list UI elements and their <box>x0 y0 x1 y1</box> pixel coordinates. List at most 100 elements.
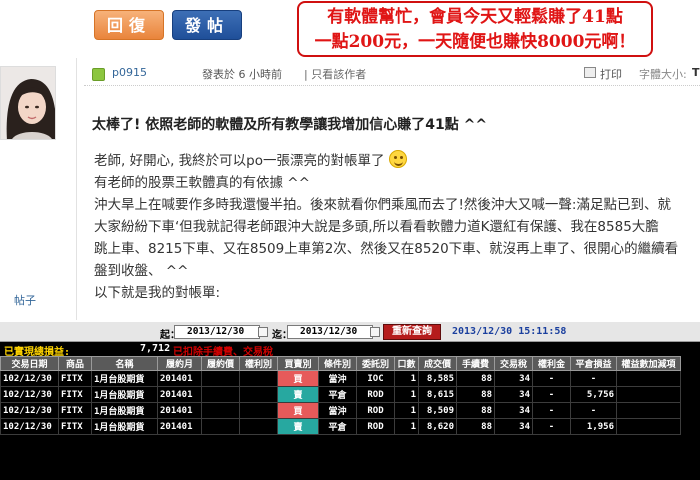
trade-date-cell: 102/12/30 <box>0 370 59 387</box>
post-line: 跳上車、8215下車、又在8509上車第2次、然後又在8520下車、就沒再上車了… <box>94 241 679 257</box>
strike-cell <box>201 386 240 403</box>
table-row[interactable]: 102/12/30 FITX 1月台股期貨 201401 賣 平倉 ROD 1 … <box>0 418 681 435</box>
post-meta-bar: p0915 發表於 6 小時前 | 只看該作者 打印 字體大小: T T <box>84 64 700 86</box>
price-cell: 8,615 <box>418 386 457 403</box>
column-header[interactable]: 委託別 <box>356 356 395 371</box>
column-header[interactable]: 權利金 <box>532 356 571 371</box>
column-header[interactable]: 商品 <box>58 356 92 371</box>
date-filter-bar: 起： 2013/12/30 迄： 2013/12/30 重新查詢 2013/12… <box>0 322 700 342</box>
trade-date-cell: 102/12/30 <box>0 402 59 419</box>
equity-adj-cell <box>616 370 681 387</box>
column-header[interactable]: 權利別 <box>239 356 278 371</box>
condition-cell: 平倉 <box>318 418 357 435</box>
side-cell: 賣 <box>277 418 319 435</box>
premium-cell: - <box>532 418 571 435</box>
condition-cell: 當沖 <box>318 402 357 419</box>
price-cell: 8,620 <box>418 418 457 435</box>
product-cell: FITX <box>58 386 92 403</box>
column-header[interactable]: 交易稅 <box>494 356 533 371</box>
column-header[interactable]: 條件別 <box>318 356 357 371</box>
order-type-cell: ROD <box>356 402 395 419</box>
table-row[interactable]: 102/12/30 FITX 1月台股期貨 201401 買 當沖 IOC 1 … <box>0 370 681 387</box>
name-cell: 1月台股期貨 <box>91 386 158 403</box>
strike-cell <box>201 418 240 435</box>
promo-banner: 有軟體幫忙，會員今天又輕鬆賺了41點 一點200元，一天隨便也賺快8000元啊！ <box>297 1 653 57</box>
post-divider <box>76 58 77 320</box>
order-type-cell: IOC <box>356 370 395 387</box>
trade-date-cell: 102/12/30 <box>0 418 59 435</box>
reply-button[interactable]: 回復 <box>94 10 164 40</box>
lots-cell: 1 <box>394 418 419 435</box>
product-cell: FITX <box>58 418 92 435</box>
sidebar-posts-link[interactable]: 帖子 <box>14 292 36 308</box>
promo-line-2: 一點200元，一天隨便也賺快8000元啊！ <box>314 32 636 52</box>
equity-adj-cell <box>616 418 681 435</box>
equity-adj-cell <box>616 402 681 419</box>
column-header[interactable]: 手續費 <box>456 356 495 371</box>
font-size-label: 字體大小: <box>639 68 687 81</box>
post-line: 以下就是我的對帳單: <box>94 285 221 301</box>
calendar-icon[interactable] <box>258 327 268 337</box>
premium-cell: - <box>532 386 571 403</box>
avatar[interactable] <box>0 66 56 140</box>
fee-cell: 88 <box>456 402 495 419</box>
contract-month-cell: 201401 <box>157 370 202 387</box>
column-header[interactable]: 履約價 <box>201 356 240 371</box>
strike-cell <box>201 370 240 387</box>
calendar-icon[interactable] <box>370 327 380 337</box>
lots-cell: 1 <box>394 370 419 387</box>
post-line: 有老師的股票王軟體真的有依據 ^^ <box>94 175 310 191</box>
column-header[interactable]: 口數 <box>394 356 419 371</box>
column-header[interactable]: 買賣別 <box>277 356 319 371</box>
post-line: 大家紛紛下車‘但我就記得老師跟沖大說是多頭,所以看看軟體力道K還紅有保護、我在8… <box>94 219 659 235</box>
side-cell: 買 <box>277 402 319 419</box>
contract-month-cell: 201401 <box>157 402 202 419</box>
right-type-cell <box>239 386 278 403</box>
column-header[interactable]: 平倉損益 <box>570 356 617 371</box>
post-title: 太棒了! 依照老師的軟體及所有教學讓我增加信心賺了41點 ^^ <box>92 117 488 133</box>
column-header[interactable]: 交易日期 <box>0 356 59 371</box>
post-author[interactable]: p0915 <box>112 66 147 79</box>
font-small-button[interactable]: T <box>692 66 700 79</box>
print-icon[interactable] <box>584 67 596 78</box>
product-cell: FITX <box>58 370 92 387</box>
pnl-cell: 1,956 <box>570 418 617 435</box>
only-author-link[interactable]: | 只看該作者 <box>304 66 366 82</box>
right-type-cell <box>239 402 278 419</box>
post-line: 盤到收盤、 ^^ <box>94 263 189 279</box>
pnl-cell: 5,756 <box>570 386 617 403</box>
condition-cell: 當沖 <box>318 370 357 387</box>
side-cell: 賣 <box>277 386 319 403</box>
column-header[interactable]: 權益數加減項 <box>616 356 681 371</box>
to-date-input[interactable]: 2013/12/30 <box>287 325 373 339</box>
pnl-cell: - <box>570 370 617 387</box>
realized-value: 7,712 <box>140 343 171 354</box>
fee-cell: 88 <box>456 418 495 435</box>
column-header[interactable]: 成交價 <box>418 356 457 371</box>
right-type-cell <box>239 370 278 387</box>
trade-statement-screenshot: 起： 2013/12/30 迄： 2013/12/30 重新查詢 2013/12… <box>0 322 700 480</box>
equity-adj-cell <box>616 386 681 403</box>
post-line: 老師, 好開心, 我終於可以po一張漂亮的對帳單了 <box>94 150 694 172</box>
requery-button[interactable]: 重新查詢 <box>383 324 441 340</box>
realized-summary: 已實現總損益: 7,712 已扣除手續費、交易稅 <box>0 343 700 358</box>
trade-date-cell: 102/12/30 <box>0 386 59 403</box>
print-link[interactable]: 打印 <box>600 66 622 82</box>
promo-line-1: 有軟體幫忙，會員今天又輕鬆賺了41點 <box>327 7 623 27</box>
contract-month-cell: 201401 <box>157 418 202 435</box>
new-post-button[interactable]: 發帖 <box>172 10 242 40</box>
contract-month-cell: 201401 <box>157 386 202 403</box>
table-row[interactable]: 102/12/30 FITX 1月台股期貨 201401 買 當沖 ROD 1 … <box>0 402 681 419</box>
column-header[interactable]: 履約月 <box>157 356 202 371</box>
lots-cell: 1 <box>394 402 419 419</box>
right-type-cell <box>239 418 278 435</box>
column-header[interactable]: 名稱 <box>91 356 158 371</box>
table-row[interactable]: 102/12/30 FITX 1月台股期貨 201401 賣 平倉 ROD 1 … <box>0 386 681 403</box>
from-date-input[interactable]: 2013/12/30 <box>174 325 260 339</box>
product-cell: FITX <box>58 402 92 419</box>
post-line: 沖大旱上在喊要作多時我還慢半拍。後來就看你們乘風而去了!然後沖大又喊一聲:滿足點… <box>94 197 671 213</box>
name-cell: 1月台股期貨 <box>91 418 158 435</box>
name-cell: 1月台股期貨 <box>91 370 158 387</box>
strike-cell <box>201 402 240 419</box>
trade-table: 交易日期 商品 名稱 履約月 履約價 權利別 買賣別 條件別 委託別 口數 成交… <box>0 356 681 435</box>
